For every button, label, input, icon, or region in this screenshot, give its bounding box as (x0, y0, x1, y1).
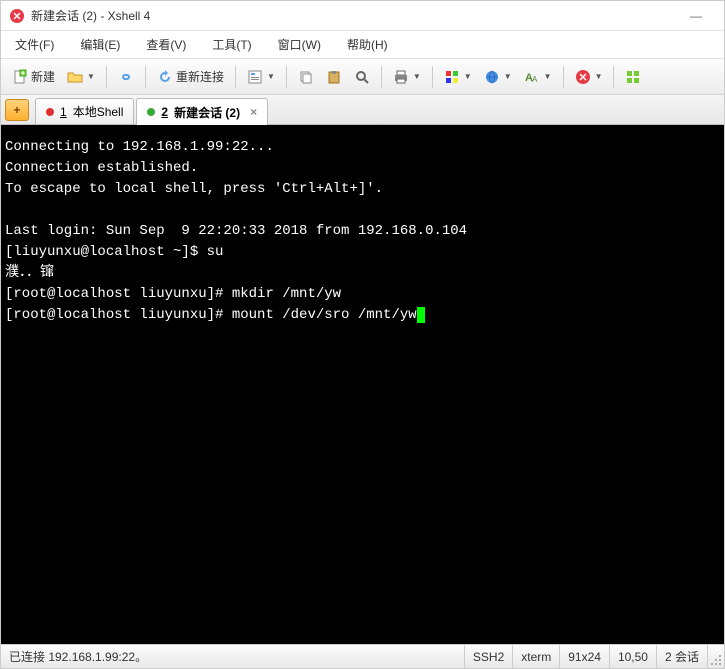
terminal-cursor (417, 307, 425, 323)
menu-tools[interactable]: 工具(T) (208, 34, 255, 55)
chevron-down-icon: ▼ (504, 72, 512, 81)
tile-icon (625, 69, 641, 85)
statusbar: 已连接 192.168.1.99:22。 SSH2 xterm 91x24 10… (1, 644, 724, 668)
tabbar: + 1 本地Shell 2 新建会话 (2) × (1, 95, 724, 125)
refresh-icon (157, 69, 173, 85)
printer-icon (393, 69, 409, 85)
chevron-down-icon: ▼ (413, 72, 421, 81)
status-connection: 已连接 192.168.1.99:22。 (1, 645, 465, 668)
terminal-line: Connecting to 192.168.1.99:22... (5, 139, 274, 155)
menu-window[interactable]: 窗口(W) (274, 34, 325, 55)
paste-icon (326, 69, 342, 85)
separator (613, 66, 614, 88)
menu-help[interactable]: 帮助(H) (343, 34, 392, 55)
separator (286, 66, 287, 88)
menu-edit[interactable]: 编辑(E) (76, 34, 124, 55)
menu-file[interactable]: 文件(F) (11, 34, 58, 55)
font-icon: AA (524, 69, 540, 85)
globe-button[interactable]: ▼ (479, 64, 517, 90)
terminal-line: [root@localhost liuyunxu]# mkdir /mnt/yw (5, 286, 341, 302)
toolbar: 新建 ▼ 重新连接 ▼ ▼ ▼ ▼ AA ▼ (1, 59, 724, 95)
chevron-down-icon: ▼ (267, 72, 275, 81)
terminal-line: To escape to local shell, press 'Ctrl+Al… (5, 181, 383, 197)
separator (563, 66, 564, 88)
globe-icon (484, 69, 500, 85)
folder-open-icon (67, 69, 83, 85)
close-tab-button[interactable]: × (250, 105, 257, 119)
new-label: 新建 (31, 68, 55, 85)
status-term-type: xterm (513, 645, 560, 668)
new-icon (12, 69, 28, 85)
separator (106, 66, 107, 88)
separator (432, 66, 433, 88)
font-button[interactable]: AA ▼ (519, 64, 557, 90)
tab-number: 1 (60, 105, 67, 119)
titlebar: 新建会话 (2) - Xshell 4 — (1, 1, 724, 31)
terminal-line: [root@localhost liuyunxu]# mount /dev/sr… (5, 307, 417, 323)
resize-grip[interactable] (708, 645, 724, 668)
tab-label: 本地Shell (73, 103, 124, 120)
add-tab-button[interactable]: + (5, 99, 29, 121)
chevron-down-icon: ▼ (595, 72, 603, 81)
grip-icon (710, 654, 722, 666)
window-title: 新建会话 (2) - Xshell 4 (31, 7, 676, 24)
status-term-size: 91x24 (560, 645, 610, 668)
properties-button[interactable]: ▼ (242, 64, 280, 90)
copy-button[interactable] (293, 64, 319, 90)
svg-text:A: A (532, 75, 538, 84)
new-button[interactable]: 新建 (7, 64, 60, 90)
separator (235, 66, 236, 88)
status-sessions: 2 会话 (657, 645, 708, 668)
terminal-line: Last login: Sun Sep 9 22:20:33 2018 from… (5, 223, 467, 239)
xshell-button[interactable]: ▼ (570, 64, 608, 90)
separator (145, 66, 146, 88)
app-icon (9, 8, 25, 24)
chevron-down-icon: ▼ (544, 72, 552, 81)
color-button[interactable]: ▼ (439, 64, 477, 90)
paste-button[interactable] (321, 64, 347, 90)
connect-button[interactable] (113, 64, 139, 90)
tab-local-shell[interactable]: 1 本地Shell (35, 98, 134, 124)
find-button[interactable] (349, 64, 375, 90)
search-icon (354, 69, 370, 85)
tab-number: 2 (161, 105, 168, 119)
tab-session-2[interactable]: 2 新建会话 (2) × (136, 98, 268, 125)
status-cursor-pos: 10,50 (610, 645, 657, 668)
open-button[interactable]: ▼ (62, 64, 100, 90)
link-icon (118, 69, 134, 85)
menubar: 文件(F) 编辑(E) 查看(V) 工具(T) 窗口(W) 帮助(H) (1, 31, 724, 59)
chevron-down-icon: ▼ (87, 72, 95, 81)
status-protocol: SSH2 (465, 645, 513, 668)
reconnect-button[interactable]: 重新连接 (152, 64, 229, 90)
xshell-icon (575, 69, 591, 85)
menu-view[interactable]: 查看(V) (142, 34, 190, 55)
tile-button[interactable] (620, 64, 646, 90)
print-button[interactable]: ▼ (388, 64, 426, 90)
terminal-line: [liuyunxu@localhost ~]$ su (5, 244, 223, 260)
terminal[interactable]: Connecting to 192.168.1.99:22... Connect… (1, 125, 724, 644)
separator (381, 66, 382, 88)
reconnect-label: 重新连接 (176, 68, 224, 85)
minimize-button[interactable]: — (676, 4, 716, 28)
status-dot-icon (147, 108, 155, 116)
color-icon (444, 69, 460, 85)
status-dot-icon (46, 108, 54, 116)
terminal-line: 濮．．镩 (5, 265, 54, 281)
copy-icon (298, 69, 314, 85)
tab-label: 新建会话 (2) (174, 104, 240, 121)
properties-icon (247, 69, 263, 85)
terminal-line: Connection established. (5, 160, 198, 176)
chevron-down-icon: ▼ (464, 72, 472, 81)
